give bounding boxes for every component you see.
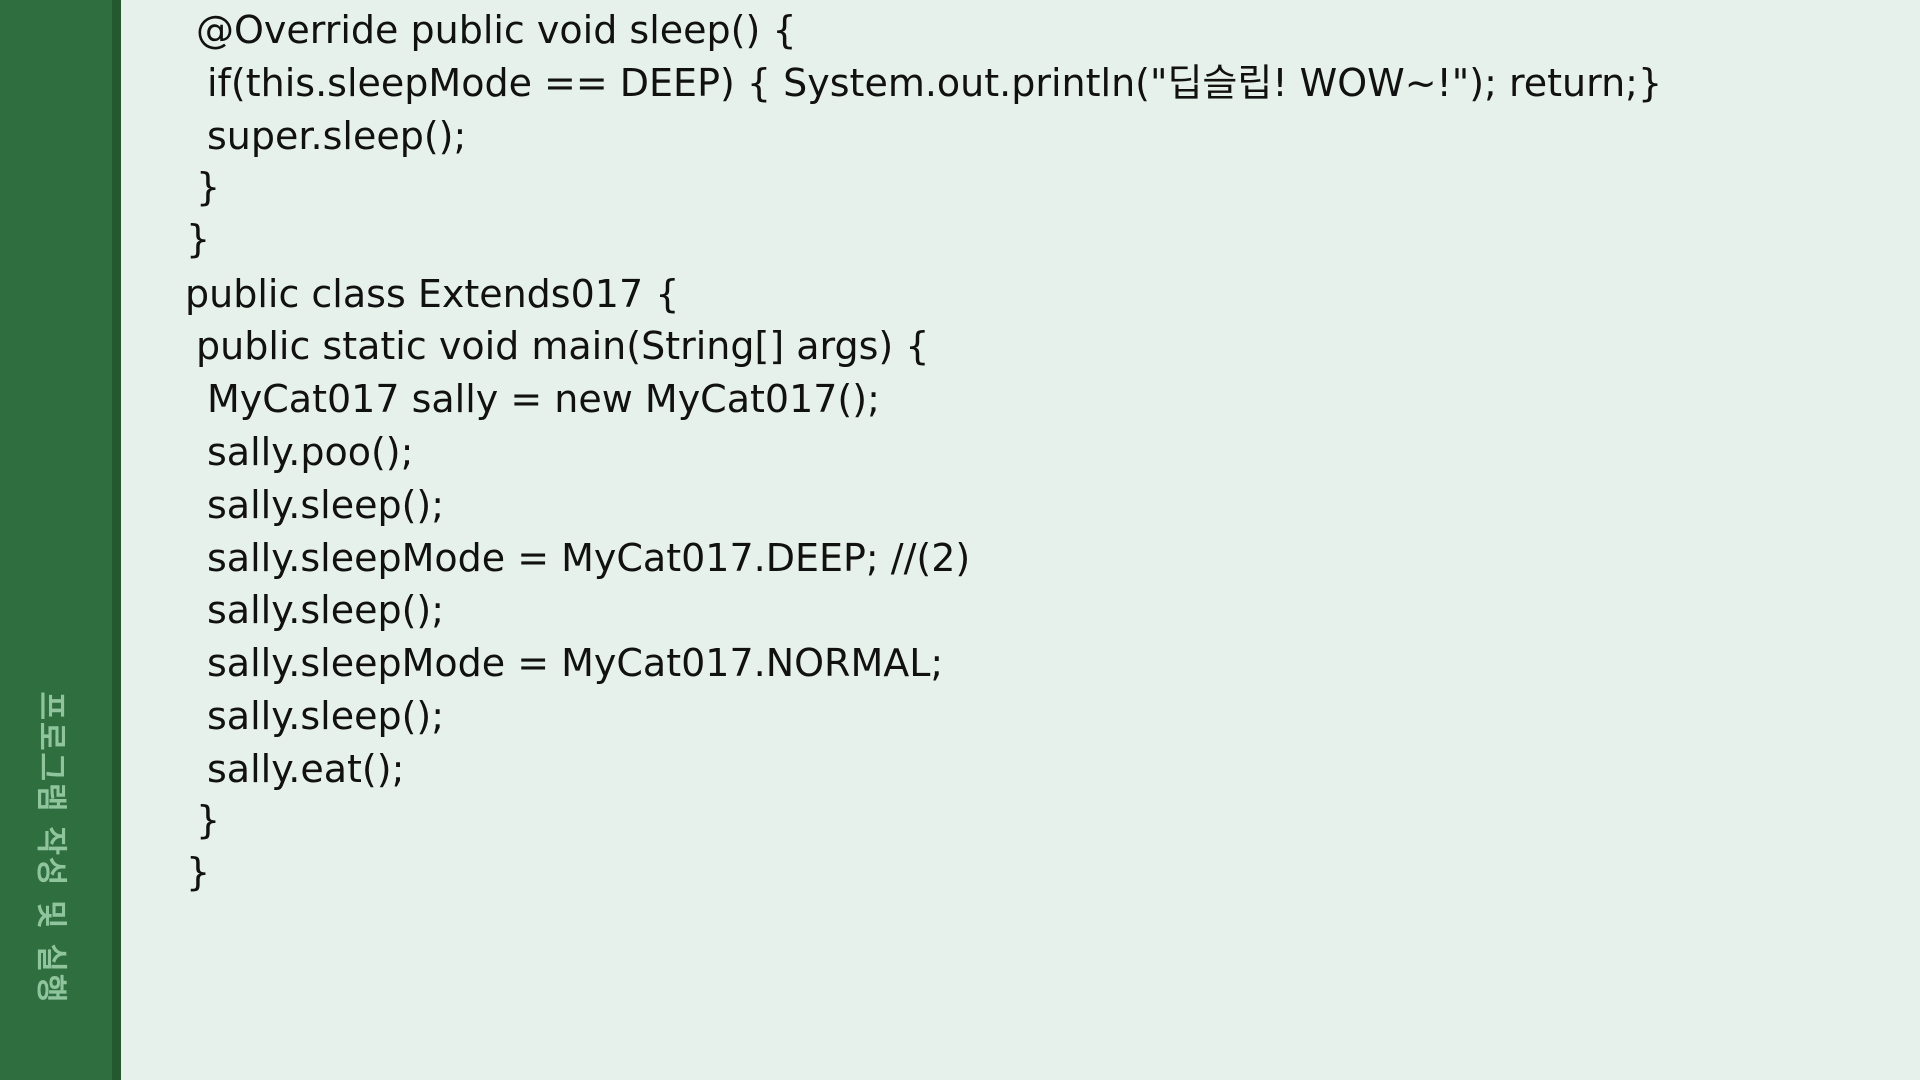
- code-line: MyCat017 sally = new MyCat017();: [207, 377, 880, 421]
- section-title: 프로그램 작성 및 실행: [32, 691, 69, 1005]
- code-line: sally.sleep();: [207, 483, 445, 527]
- code-line: sally.sleepMode = MyCat017.NORMAL;: [207, 641, 944, 685]
- code-line: sally.sleepMode = MyCat017.DEEP; //(2): [207, 536, 971, 580]
- code-line: }: [186, 850, 211, 894]
- code-line: sally.eat();: [207, 747, 405, 791]
- slide: 프로그램 작성 및 실행 @Override public void sleep…: [0, 0, 1920, 1080]
- code-line: public class Extends017 {: [185, 272, 680, 316]
- code-line: super.sleep();: [207, 114, 467, 158]
- sidebar-divider: [112, 0, 121, 1080]
- code-line: sally.sleep();: [207, 694, 445, 738]
- code-line: public static void main(String[] args) {: [196, 324, 930, 368]
- code-line: }: [186, 217, 211, 261]
- code-line: }: [196, 798, 221, 842]
- code-line: if(this.sleepMode == DEEP) { System.out.…: [207, 61, 1663, 105]
- code-line: sally.sleep();: [207, 588, 445, 632]
- code-line: }: [196, 165, 221, 209]
- sidebar-panel: 프로그램 작성 및 실행: [0, 0, 112, 1080]
- code-line: @Override public void sleep() {: [196, 8, 797, 52]
- code-line: sally.poo();: [207, 430, 414, 474]
